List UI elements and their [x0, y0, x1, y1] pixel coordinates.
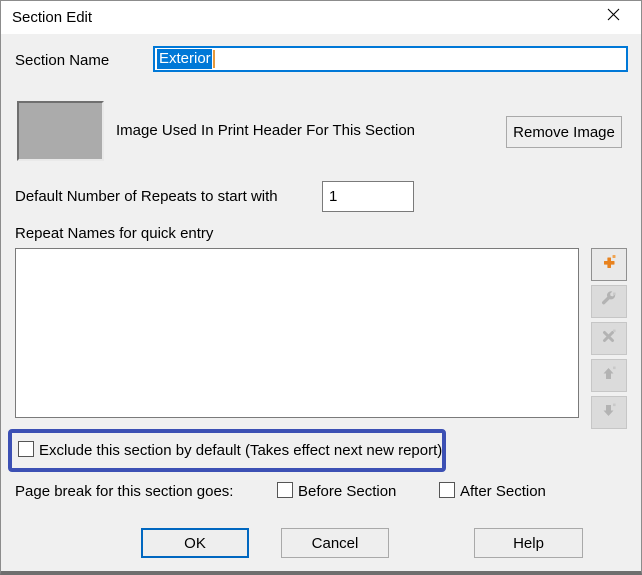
close-icon [606, 7, 621, 27]
default-repeats-input[interactable]: 1 [322, 181, 414, 212]
default-repeats-label: Default Number of Repeats to start with [15, 188, 278, 205]
before-section-checkbox[interactable] [277, 482, 293, 498]
after-section-checkbox[interactable] [439, 482, 455, 498]
image-placeholder [17, 101, 104, 161]
exclude-section-label: Exclude this section by default (Takes e… [39, 442, 443, 459]
section-name-label: Section Name [15, 52, 110, 69]
close-button[interactable] [593, 1, 633, 33]
titlebar: Section Edit [1, 1, 641, 34]
cancel-button[interactable]: Cancel [281, 528, 389, 558]
edit-repeat-button [591, 285, 627, 318]
move-down-button [591, 396, 627, 429]
section-name-input[interactable]: Exterior [153, 46, 628, 72]
arrow-up-icon [601, 365, 617, 386]
ok-button[interactable]: OK [141, 528, 249, 558]
delete-x-icon [601, 328, 617, 349]
wrench-icon [601, 291, 617, 312]
remove-image-button[interactable]: Remove Image [506, 116, 622, 148]
section-edit-dialog: Section Edit Section Name Exterior Image… [0, 0, 642, 575]
add-repeat-button[interactable] [591, 248, 627, 281]
image-label: Image Used In Print Header For This Sect… [116, 122, 416, 139]
before-section-label: Before Section [298, 483, 397, 500]
repeat-names-label: Repeat Names for quick entry [15, 225, 214, 242]
help-button[interactable]: Help [474, 528, 583, 558]
after-section-label: After Section [460, 483, 546, 500]
plus-icon [601, 254, 617, 275]
text-caret [212, 50, 215, 68]
window-title: Section Edit [12, 9, 93, 26]
repeat-names-listbox[interactable] [15, 248, 579, 418]
move-up-button [591, 359, 627, 392]
arrow-down-icon [601, 402, 617, 423]
exclude-section-checkbox[interactable] [18, 441, 34, 457]
delete-repeat-button [591, 322, 627, 355]
page-break-label: Page break for this section goes: [15, 483, 234, 500]
section-name-value: Exterior [157, 49, 212, 69]
